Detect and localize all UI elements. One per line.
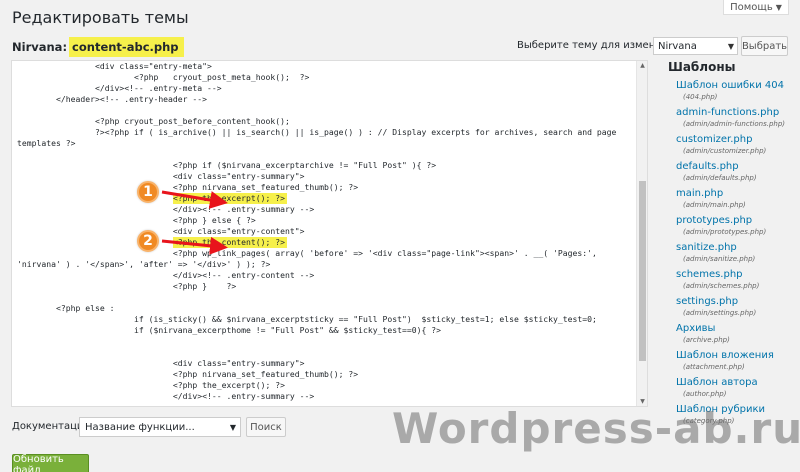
template-file-path: (admin/main.php) <box>683 201 746 209</box>
template-file-path: (admin/prototypes.php) <box>683 228 767 236</box>
template-name-link[interactable]: Шаблон автора <box>676 377 798 389</box>
template-name-link[interactable]: sanitize.php <box>676 242 798 254</box>
code-line: <?php cryout_post_before_content_hook(); <box>17 116 290 126</box>
code-line: <?php the_content(); ?> <box>17 237 647 248</box>
template-item[interactable]: sanitize.php (admin/sanitize.php) <box>668 242 798 264</box>
page-title: Редактировать темы <box>12 8 189 27</box>
watermark: Wordpress-ab.ru <box>392 404 800 453</box>
template-name-link[interactable]: prototypes.php <box>676 215 798 227</box>
code-line: ?><?php if ( is_archive() || is_search()… <box>17 127 617 137</box>
template-file-path: (attachment.php) <box>683 363 745 371</box>
code-line: <div class="entry-summary"> <box>17 358 305 368</box>
theme-select-value: Nirvana <box>658 40 697 52</box>
editor-scrollbar[interactable]: ▲ ▼ <box>636 61 647 406</box>
code-line: <div class="entry-meta"> <box>17 61 212 71</box>
chevron-down-icon: ▼ <box>229 422 236 432</box>
template-file-path: (admin/schemes.php) <box>683 282 760 290</box>
template-name-link[interactable]: settings.php <box>676 296 798 308</box>
template-file-path: (archive.php) <box>683 336 730 344</box>
code-line: templates ?> <box>17 138 76 148</box>
code-line: </div><!-- .entry-summary --> <box>17 391 315 401</box>
template-name-link[interactable]: Шаблон ошибки 404 <box>676 80 798 92</box>
code-line: </div><!-- .entry-summary --> <box>17 204 315 214</box>
scroll-up-icon[interactable]: ▲ <box>639 62 646 69</box>
file-name: content-abc.php <box>69 37 184 57</box>
documentation-select-value: Название функции... <box>85 421 195 433</box>
template-file-path: (author.php) <box>683 390 727 398</box>
template-item[interactable]: customizer.php (admin/customizer.php) <box>668 134 798 156</box>
code-line: <div class="entry-summary"> <box>17 171 305 181</box>
templates-heading: Шаблоны <box>668 60 736 74</box>
code-line: if ($nirvana_excerpthome != "Full Post" … <box>17 325 441 335</box>
template-item[interactable]: Шаблон ошибки 404 (404.php) <box>668 80 798 102</box>
templates-sidebar: Шаблоны Шаблон ошибки 404 (404.php) admin-… <box>668 60 798 431</box>
template-item[interactable]: Шаблон автора (author.php) <box>668 377 798 399</box>
scrollbar-thumb[interactable] <box>639 181 646 361</box>
template-name-link[interactable]: customizer.php <box>676 134 798 146</box>
template-item[interactable]: prototypes.php (admin/prototypes.php) <box>668 215 798 237</box>
help-button[interactable]: Помощь ▼ <box>723 0 789 15</box>
documentation-select[interactable]: Название функции... ▼ <box>79 417 241 437</box>
code-editor[interactable]: <div class="entry-meta"> <?php cryout_po… <box>11 60 648 407</box>
template-item[interactable]: settings.php (admin/settings.php) <box>668 296 798 318</box>
code-line: <?php nirvana_set_featured_thumb(); ?> <box>17 369 359 379</box>
code-line: <?php } else { ?> <box>17 215 256 225</box>
template-file-path: (admin/sanitize.php) <box>683 255 756 263</box>
template-item[interactable]: admin-functions.php (admin/admin-function… <box>668 107 798 129</box>
template-name-link[interactable]: admin-functions.php <box>676 107 798 119</box>
code-line: <?php the_excerpt(); ?> <box>17 193 647 204</box>
chevron-down-icon: ▼ <box>727 41 734 51</box>
template-file-path: (admin/defaults.php) <box>683 174 757 182</box>
template-item[interactable]: defaults.php (admin/defaults.php) <box>668 161 798 183</box>
highlighted-code: <?php the_content(); ?> <box>172 237 288 248</box>
code-line: <?php } ?> <box>17 281 237 291</box>
theme-select[interactable]: Nirvana ▼ <box>653 37 738 55</box>
code-line: <?php the_excerpt(); ?> <box>17 380 286 390</box>
code-line: <div class="entry-content"> <box>17 226 305 236</box>
template-name-link[interactable]: schemes.php <box>676 269 798 281</box>
highlighted-code: <?php the_excerpt(); ?> <box>172 193 288 204</box>
select-theme-button[interactable]: Выбрать <box>741 36 788 56</box>
lookup-button[interactable]: Поиск <box>246 417 286 437</box>
templates-list: Шаблон ошибки 404 (404.php) admin-function… <box>668 80 798 426</box>
template-file-path: (404.php) <box>683 93 718 101</box>
template-name-link[interactable]: main.php <box>676 188 798 200</box>
update-file-button[interactable]: Обновить файл <box>12 454 89 472</box>
code-line: <?php if ($nirvana_excerptarchive != "Fu… <box>17 160 437 170</box>
template-item[interactable]: main.php (admin/main.php) <box>668 188 798 210</box>
code-line: </div><!-- .entry-content --> <box>17 270 315 280</box>
template-name-link[interactable]: Шаблон вложения <box>676 350 798 362</box>
template-name-link[interactable]: defaults.php <box>676 161 798 173</box>
code-line: if (is_sticky() && $nirvana_excerptstick… <box>17 314 597 324</box>
help-label: Помощь <box>730 1 773 13</box>
code-line: <?php nirvana_set_featured_thumb(); ?> <box>17 182 359 192</box>
template-file-path: (admin/admin-functions.php) <box>683 120 786 128</box>
template-file-path: (admin/settings.php) <box>683 309 757 317</box>
theme-name: Nirvana: <box>12 40 68 54</box>
code-line: 'nirvana' ) . '</span>', 'after' => '</d… <box>17 259 271 269</box>
template-item[interactable]: schemes.php (admin/schemes.php) <box>668 269 798 291</box>
annotation-marker-1: 1 <box>137 181 159 203</box>
template-file-path: (admin/customizer.php) <box>683 147 767 155</box>
code-content[interactable]: <div class="entry-meta"> <?php cryout_po… <box>12 61 647 402</box>
annotation-marker-2: 2 <box>137 230 159 252</box>
code-line: <?php wp_link_pages( array( 'before' => … <box>17 248 597 258</box>
code-line: </div><!-- .entry-meta --> <box>17 83 222 93</box>
code-line: <?php else : <box>17 303 115 313</box>
template-item[interactable]: Шаблон вложения (attachment.php) <box>668 350 798 372</box>
template-item[interactable]: Архивы (archive.php) <box>668 323 798 345</box>
code-line: <?php cryout_post_meta_hook(); ?> <box>17 72 310 82</box>
file-heading: Nirvana: content-abc.php <box>12 37 184 57</box>
template-name-link[interactable]: Архивы <box>676 323 798 335</box>
chevron-down-icon: ▼ <box>775 2 782 12</box>
code-line: </header><!-- .entry-header --> <box>17 94 208 104</box>
